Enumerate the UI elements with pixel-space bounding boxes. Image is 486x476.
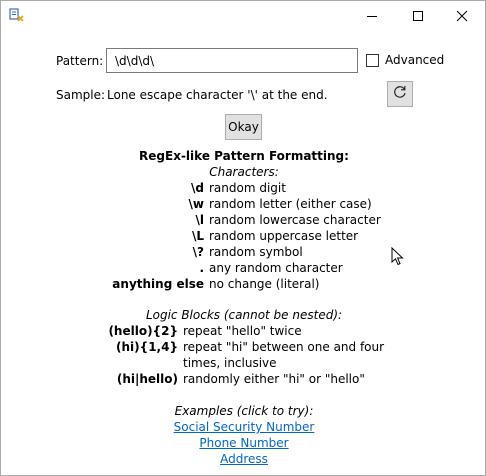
- example-row: Phone Number: [1, 436, 486, 450]
- char-description: random lowercase character: [209, 213, 381, 227]
- char-description: random digit: [209, 181, 286, 195]
- char-syntax: \l: [195, 213, 205, 227]
- char-syntax: \?: [192, 245, 204, 259]
- minimize-button[interactable]: [349, 1, 395, 31]
- refresh-icon: [392, 84, 408, 104]
- logic-syntax: (hello){2}: [108, 324, 178, 338]
- logic-description: repeat "hi" between one and four: [183, 340, 385, 354]
- example-link-address[interactable]: Address: [220, 452, 268, 466]
- sample-label: Sample:: [56, 88, 106, 102]
- char-syntax: \L: [191, 229, 204, 243]
- refresh-button[interactable]: [387, 81, 413, 107]
- help-heading: RegEx-like Pattern Formatting:: [139, 149, 349, 163]
- char-description: random uppercase letter: [209, 229, 359, 243]
- main-window: Pattern: Advanced Sample: Lone escape ch…: [0, 0, 486, 476]
- char-syntax: \w: [188, 197, 204, 211]
- maximize-button[interactable]: [395, 1, 441, 31]
- pattern-label: Pattern:: [56, 54, 104, 68]
- example-link-ssn[interactable]: Social Security Number: [174, 420, 315, 434]
- char-description: any random character: [209, 261, 343, 275]
- logic-syntax: (hi|hello): [116, 372, 178, 386]
- mouse-pointer-icon: [391, 246, 405, 271]
- okay-button[interactable]: Okay: [225, 114, 262, 140]
- close-icon: [456, 10, 468, 22]
- advanced-checkbox[interactable]: [366, 54, 379, 67]
- advanced-label[interactable]: Advanced: [385, 53, 444, 67]
- example-row: Social Security Number: [1, 420, 486, 434]
- characters-heading: Characters:: [209, 165, 279, 179]
- regex-tool-icon: [9, 7, 25, 23]
- close-button[interactable]: [439, 1, 485, 31]
- logic-syntax: (hi){1,4}: [116, 340, 178, 354]
- examples-heading: Examples (click to try):: [174, 404, 314, 418]
- char-description: no change (literal): [209, 277, 320, 291]
- char-description: random letter (either case): [209, 197, 372, 211]
- char-syntax: .: [199, 261, 204, 275]
- example-row: Address: [1, 452, 486, 466]
- sample-value: Lone escape character '\' at the end.: [107, 88, 328, 102]
- title-bar: [1, 1, 485, 31]
- char-description: random symbol: [209, 245, 303, 259]
- logic-description: repeat "hello" twice: [183, 324, 302, 338]
- logic-description: randomly either "hi" or "hello": [183, 372, 365, 386]
- maximize-icon: [412, 10, 424, 22]
- example-link-phone[interactable]: Phone Number: [199, 436, 288, 450]
- char-syntax: anything else: [112, 277, 204, 291]
- logic-description-continued: times, inclusive: [183, 356, 277, 370]
- minimize-icon: [366, 10, 378, 22]
- logic-heading: Logic Blocks (cannot be nested):: [145, 308, 343, 322]
- pattern-input[interactable]: [106, 48, 358, 73]
- char-syntax: \d: [191, 181, 204, 195]
